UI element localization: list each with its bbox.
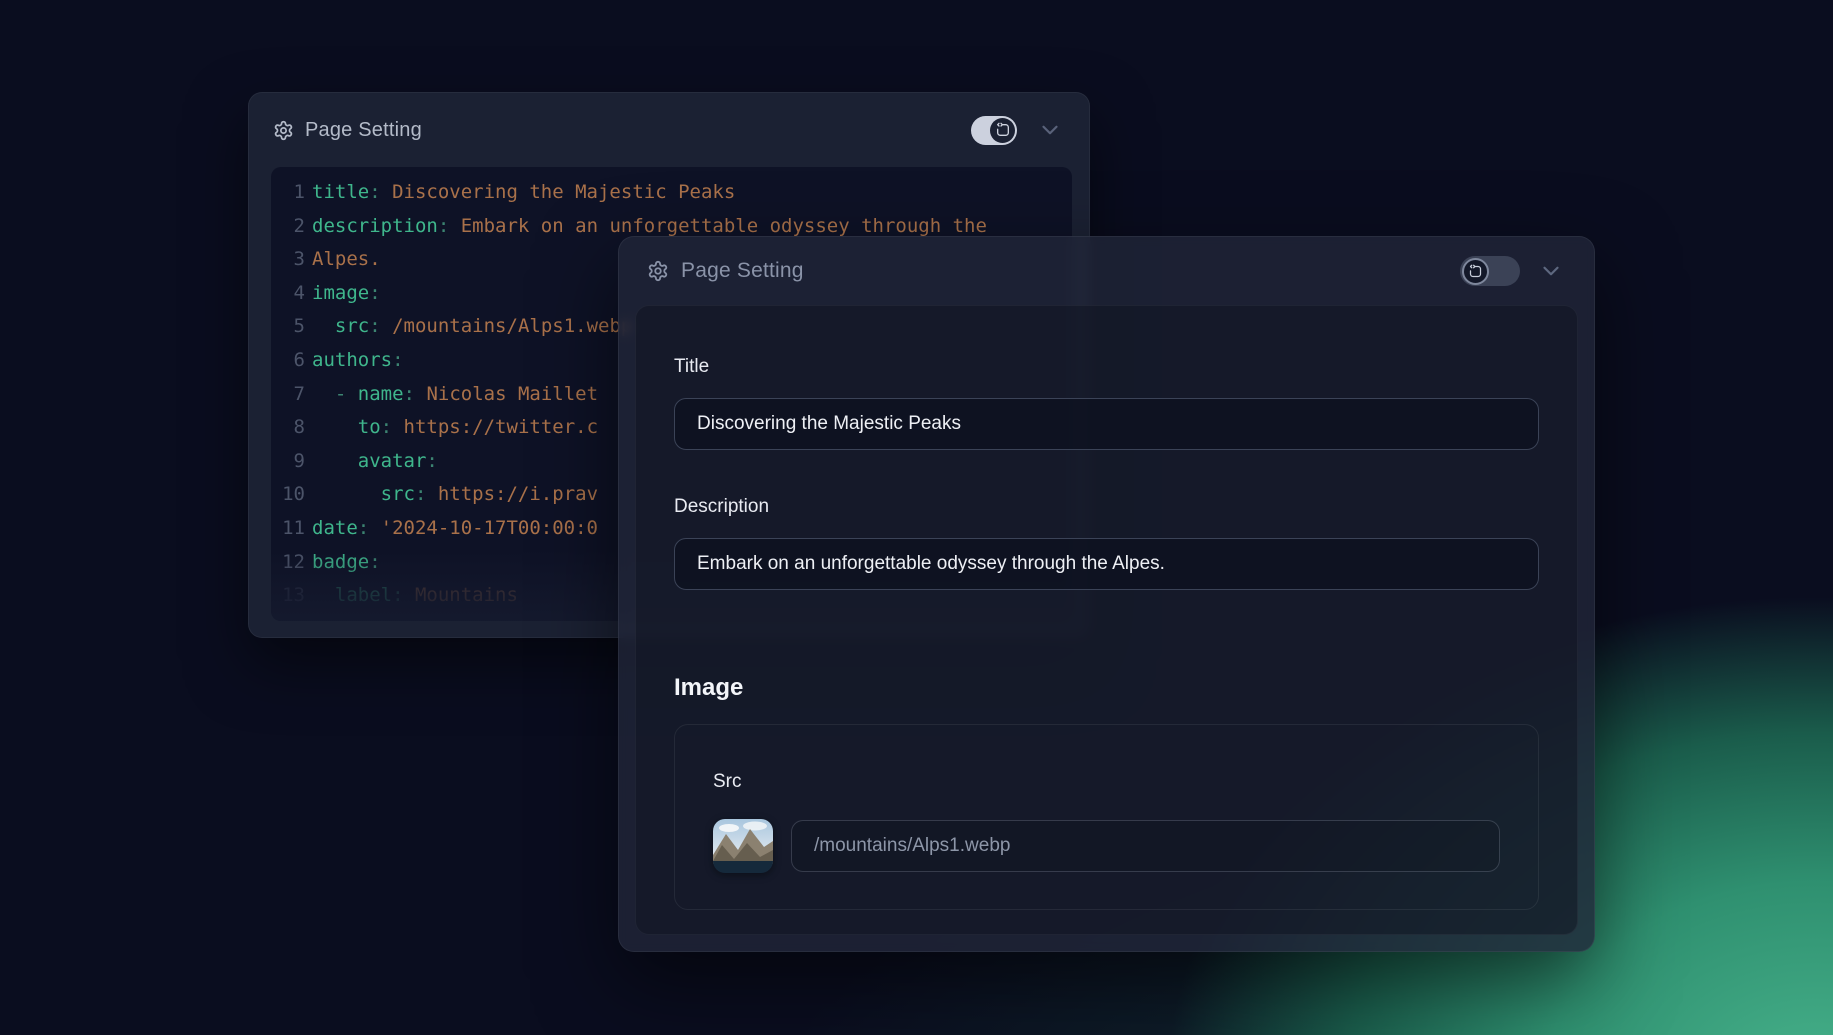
page-setting-form-panel: Page Setting Title Description [618,236,1595,952]
description-input[interactable] [674,538,1539,590]
line-number: 10 [271,478,305,512]
line-number: 1 [271,176,305,210]
code-text: Alpes. [312,243,381,277]
line-number: 4 [271,277,305,311]
gear-icon [273,120,294,141]
code-text: date: '2024-10-17T00:00:0 [312,512,598,546]
mountain-thumbnail[interactable] [713,819,773,873]
editor-panel-header: Page Setting [249,93,1089,167]
code-text: badge: [312,546,381,580]
title-input[interactable] [674,398,1539,450]
src-input[interactable] [791,820,1500,872]
code-text: - name: Nicolas Maillet [312,378,598,412]
code-line: 1title: Discovering the Majestic Peaks [271,176,1072,210]
code-view-toggle[interactable] [971,116,1017,145]
code-text: title: Discovering the Majestic Peaks [312,176,735,210]
code-text: image: [312,277,381,311]
panel-title: Page Setting [305,119,422,142]
line-number: 3 [271,243,305,277]
form-content-card: Title Description Image Src [635,305,1578,935]
line-number: 5 [271,310,305,344]
line-number: 6 [271,344,305,378]
code-square-icon [995,122,1011,138]
description-label: Description [674,496,1539,518]
code-text: avatar: [312,445,438,479]
chevron-down-icon[interactable] [1538,258,1564,284]
panel-title: Page Setting [681,259,804,283]
code-text: label: Mountains [312,579,518,613]
desktop-background: Page Setting 1title: Discovering the Maj… [0,0,1833,1035]
toggle-knob [1462,258,1489,285]
code-text: authors: [312,344,404,378]
code-view-toggle[interactable] [1460,256,1520,286]
gear-icon [647,260,669,282]
line-number: 8 [271,411,305,445]
line-number: 12 [271,546,305,580]
line-number: 11 [271,512,305,546]
src-label: Src [713,771,1500,793]
code-square-icon [1468,264,1483,279]
line-number: 2 [271,210,305,244]
title-label: Title [674,356,1539,378]
toggle-knob [990,118,1015,143]
code-text: to: https://twitter.c [312,411,598,445]
src-row [713,819,1500,873]
code-text: src: /mountains/Alps1.webp [312,310,632,344]
line-number: 13 [271,579,305,613]
image-section-heading: Image [674,674,1539,702]
image-card: Src [674,724,1539,910]
form-panel-header: Page Setting [619,237,1594,305]
description-field: Description [674,496,1539,590]
code-text: src: https://i.prav [312,478,598,512]
line-number: 7 [271,378,305,412]
title-field: Title [674,356,1539,450]
chevron-down-icon[interactable] [1037,117,1063,143]
line-number: 9 [271,445,305,479]
